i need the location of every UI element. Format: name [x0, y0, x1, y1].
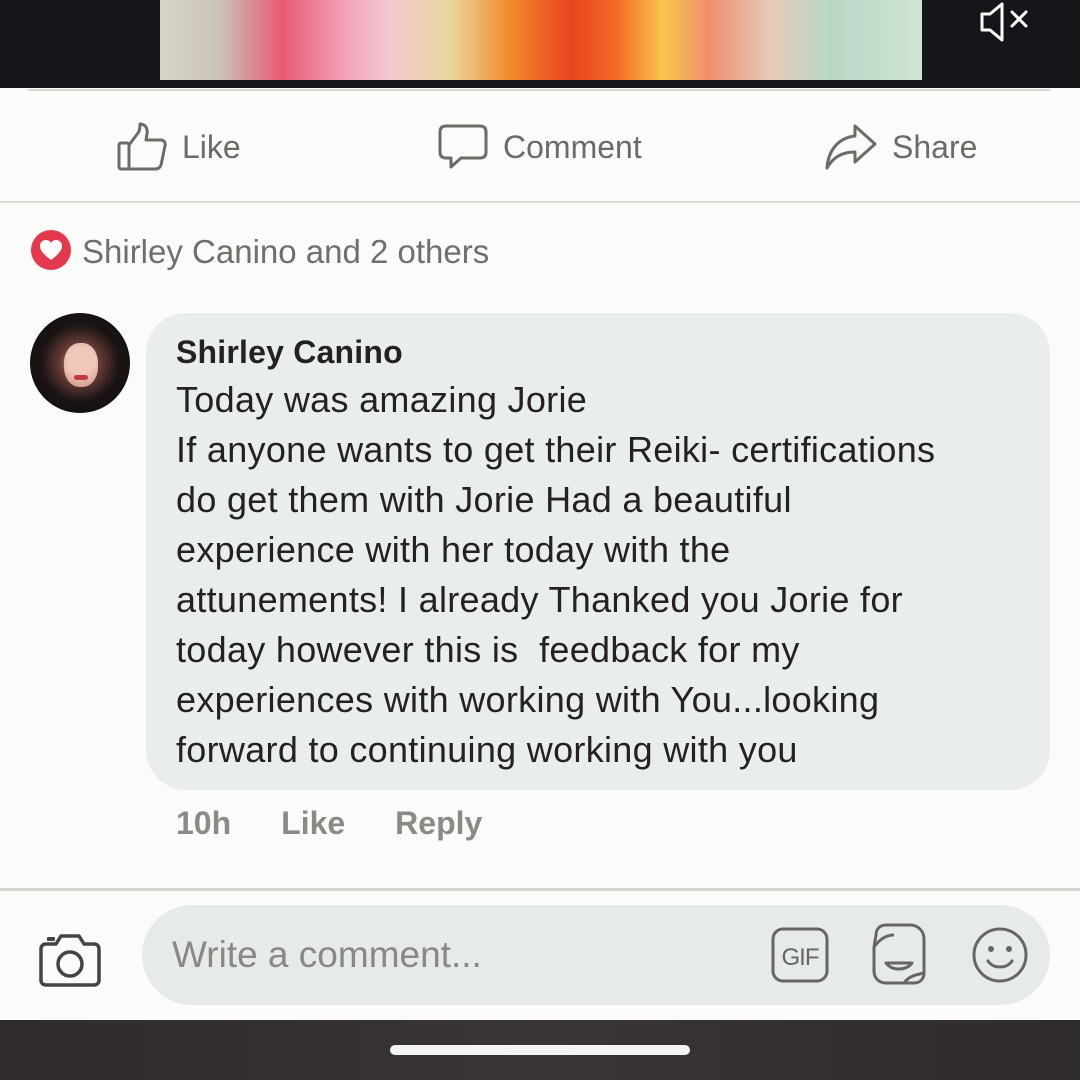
comment-button[interactable]: Comment	[437, 92, 642, 202]
comment-composer: GIF	[142, 905, 1050, 1005]
comment-reply-button[interactable]: Reply	[395, 805, 482, 851]
comment-line: do get them with Jorie Had a beautiful	[176, 479, 792, 520]
comment-line: Today was amazing Jorie	[176, 379, 588, 420]
avatar-lips	[74, 375, 88, 380]
comment-label: Comment	[503, 128, 642, 165]
avatar-face	[64, 343, 98, 387]
comment-line: If anyone wants to get their Reiki- cert…	[176, 429, 936, 470]
emoji-icon[interactable]	[970, 925, 1030, 985]
comment-like-button[interactable]: Like	[281, 805, 345, 851]
comment-meta: 10h Like Reply	[176, 805, 482, 851]
svg-text:GIF: GIF	[782, 944, 819, 971]
like-label: Like	[182, 128, 241, 165]
home-indicator[interactable]	[390, 1045, 690, 1055]
comment-timestamp[interactable]: 10h	[176, 805, 231, 851]
divider	[0, 201, 1080, 203]
share-arrow-icon	[824, 122, 878, 172]
like-button[interactable]: Like	[116, 92, 241, 202]
facebook-post-view: Like Comment Share Shirley Canino and 2 …	[0, 0, 1080, 1080]
comment-line: forward to continuing working with you	[176, 729, 798, 770]
comment-line: experience with her today with the	[176, 529, 731, 570]
gif-icon[interactable]: GIF	[770, 925, 830, 985]
divider	[28, 89, 1050, 91]
camera-icon[interactable]	[38, 930, 102, 988]
avatar[interactable]	[30, 313, 130, 413]
reactions-summary[interactable]: Shirley Canino and 2 others	[30, 229, 490, 276]
reactions-text: Shirley Canino and 2 others	[82, 233, 490, 270]
video-player[interactable]	[0, 0, 1080, 88]
comment-line: experiences with working with You...look…	[176, 679, 880, 720]
comment-text: Today was amazing Jorie If anyone wants …	[176, 375, 1020, 775]
share-label: Share	[892, 128, 978, 165]
speech-bubble-icon	[437, 122, 489, 172]
system-navigation-bar	[0, 1020, 1080, 1080]
comment-author[interactable]: Shirley Canino	[176, 333, 1020, 371]
post-action-bar: Like Comment Share	[0, 92, 1080, 202]
comment-input[interactable]	[172, 931, 732, 979]
video-thumbnail[interactable]	[160, 0, 922, 80]
sticker-icon[interactable]	[868, 921, 928, 987]
share-button[interactable]: Share	[824, 92, 977, 202]
comment-bubble: Shirley Canino Today was amazing Jorie I…	[146, 313, 1050, 790]
volume-muted-icon[interactable]	[976, 0, 1032, 44]
thumbs-up-icon	[116, 121, 168, 173]
comment-line: attunements! I already Thanked you Jorie…	[176, 579, 903, 620]
heart-reaction-icon	[30, 229, 72, 276]
divider	[0, 888, 1080, 891]
comment-line: today however this is feedback for my	[176, 629, 800, 670]
